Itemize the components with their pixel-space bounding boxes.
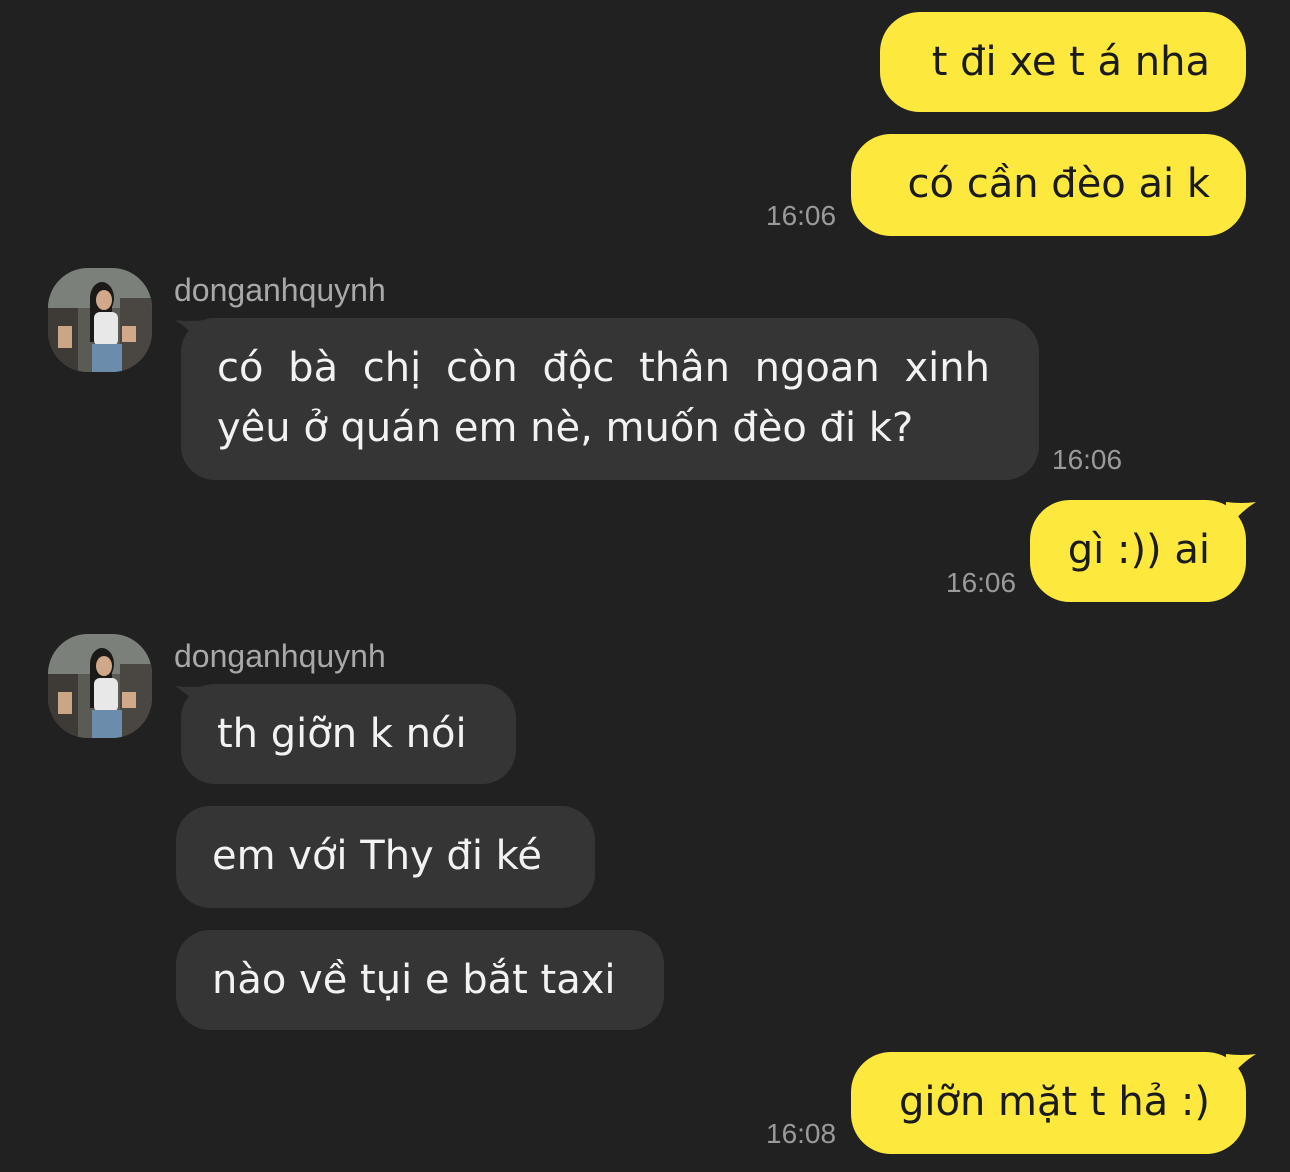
message-timestamp: 16:08 [766,1118,837,1149]
avatar-photo [48,634,152,738]
incoming-message[interactable]: có bà chị còn độc thân ngoan xinh yêu ở … [181,318,1039,480]
message-text: gì :)) ai [1067,527,1210,573]
message-text: có cần đèo ai k [907,161,1210,207]
message-text-line: yêu ở quán em nè, muốn đèo đi k? [217,405,914,451]
outgoing-message[interactable]: có cần đèo ai k [851,134,1246,236]
outgoing-message[interactable]: gì :)) ai [1030,500,1246,602]
bubble-tail [1226,502,1256,530]
user-avatar[interactable] [48,268,152,372]
sender-name: donganhquynh [174,272,386,308]
outgoing-message[interactable]: giỡn mặt t hả :) [851,1052,1246,1154]
message-text: th giỡn k nói [217,711,467,757]
message-text: giỡn mặt t hả :) [899,1079,1210,1125]
incoming-message[interactable]: nào về tụi e bắt taxi [176,930,664,1030]
incoming-message[interactable]: th giỡn k nói [181,684,516,784]
message-text: em với Thy đi ké [212,833,542,879]
message-timestamp: 16:06 [946,567,1017,598]
message-text-line: có bà chị còn độc thân ngoan xinh [217,345,990,391]
bubble-tail [1226,1054,1256,1082]
sender-name: donganhquynh [174,638,386,674]
outgoing-message[interactable]: t đi xe t á nha [880,12,1246,112]
message-text: t đi xe t á nha [931,39,1210,85]
message-text: nào về tụi e bắt taxi [212,957,616,1003]
incoming-message[interactable]: em với Thy đi ké [176,806,595,908]
avatar-photo [48,268,152,372]
message-timestamp: 16:06 [1052,444,1123,475]
message-timestamp: 16:06 [766,200,837,231]
user-avatar[interactable] [48,634,152,738]
